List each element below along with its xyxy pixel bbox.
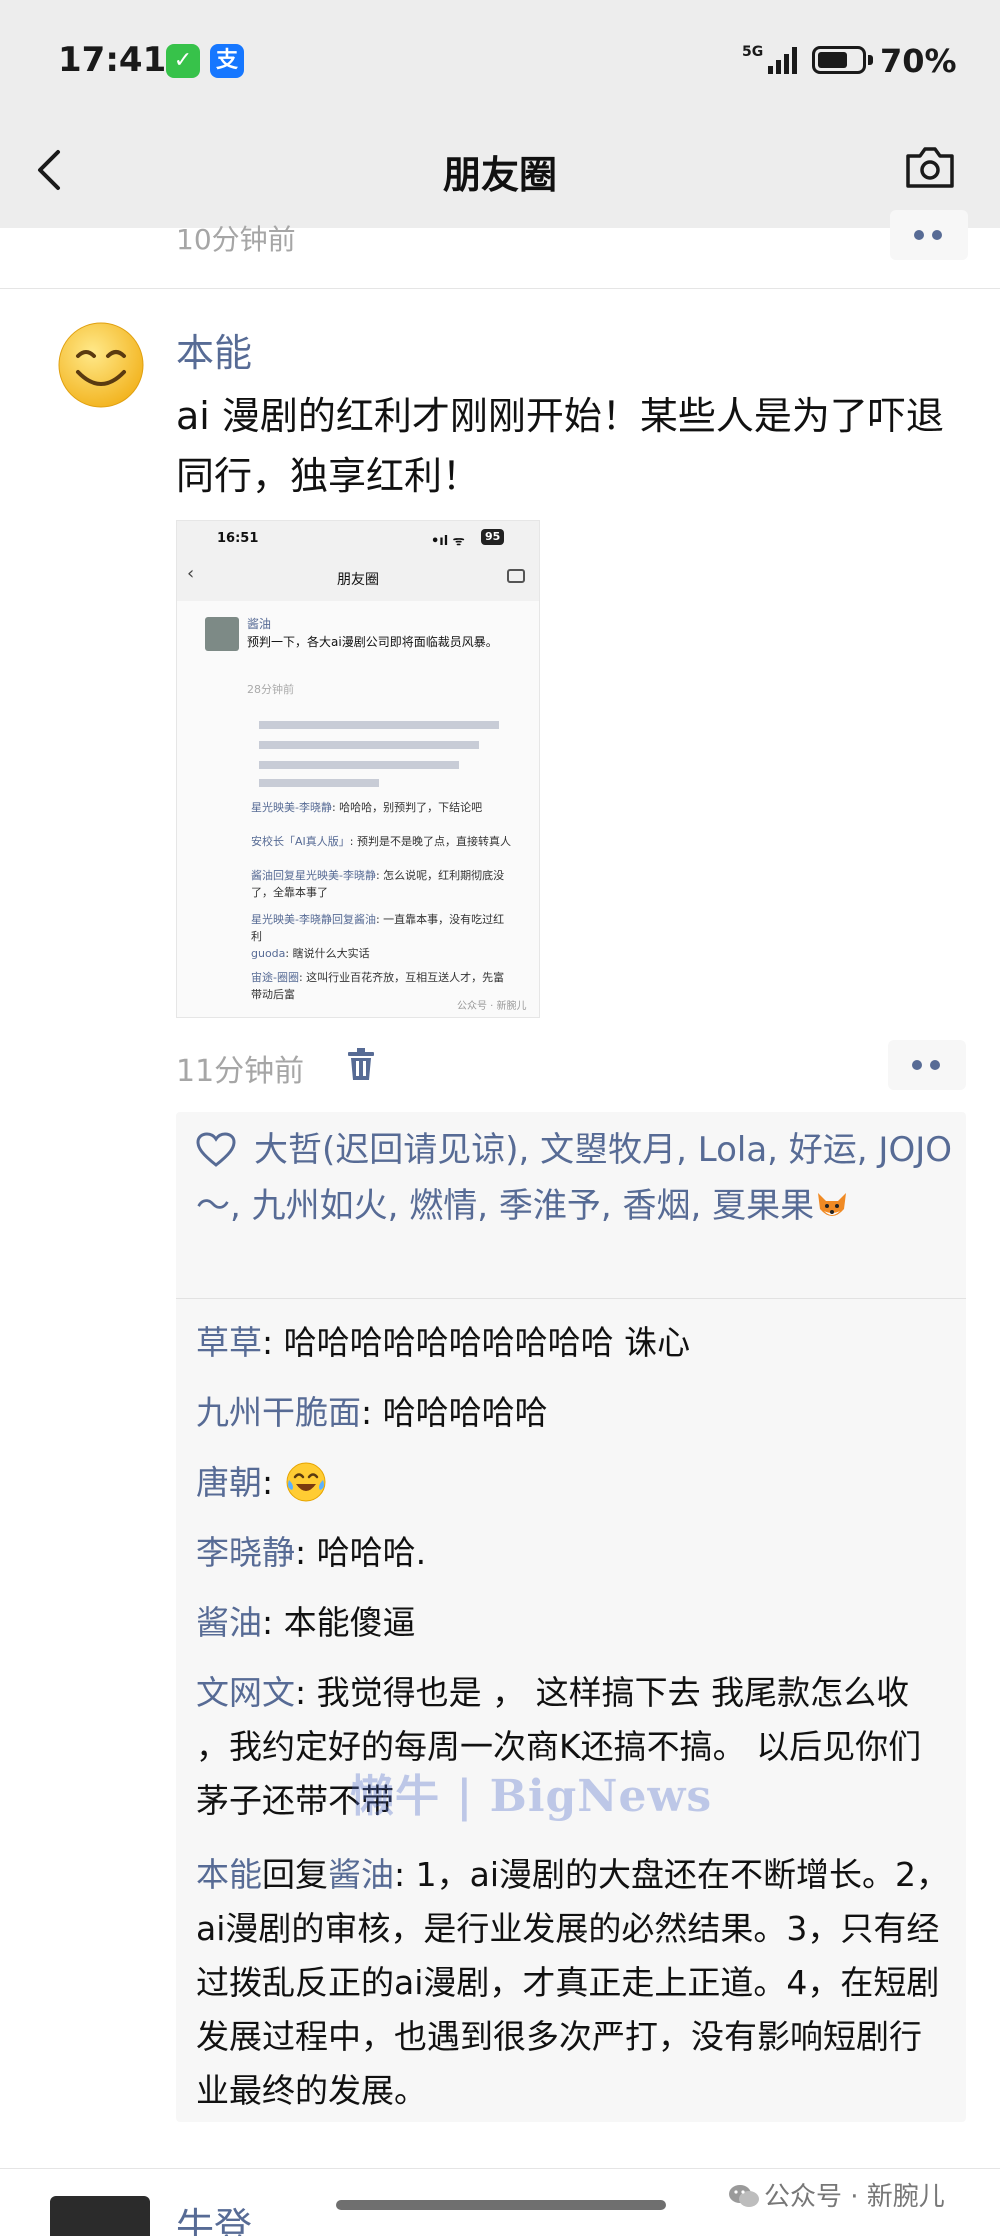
- dot-icon: [912, 1060, 922, 1070]
- source-tag-text: 公众号 · 新腕儿: [764, 2182, 945, 2212]
- comment-text: : 哈哈哈哈哈: [361, 1393, 548, 1432]
- wechat-notification-icon: ✓: [166, 44, 200, 78]
- comment-author[interactable]: 本能: [196, 1855, 262, 1894]
- comment-item[interactable]: 唐朝:: [196, 1456, 952, 1510]
- battery-level: [818, 52, 847, 68]
- comment-item[interactable]: 酱油: 本能傻逼: [196, 1596, 952, 1650]
- fox-emoji-icon: [818, 1193, 847, 1216]
- comment-item[interactable]: 文网文: 我觉得也是 ， 这样搞下去 我尾款怎么收 ，我约定好的每周一次商K还搞…: [196, 1666, 952, 1828]
- comment-item[interactable]: 本能回复酱油: 1，ai漫剧的大盘还在不断增长。2，ai漫剧的审核，是行业发展的…: [196, 1848, 952, 2118]
- image-status-bar: 16:51 •ıl ᯤ 95: [177, 521, 539, 555]
- signal-icon: [768, 47, 797, 74]
- status-time: 17:41: [58, 40, 167, 80]
- next-post-avatar[interactable]: [50, 2196, 150, 2236]
- image-comment-text: : 预判是不是晚了点，直接转真人: [349, 835, 511, 848]
- avatar[interactable]: [56, 320, 146, 410]
- wechat-official-account-icon: [729, 2185, 759, 2207]
- likes-comments-panel: 大哲(迟回请见谅), 文曌牧月, Lola, 好运, JOJO～, 九州如火, …: [176, 1112, 966, 2122]
- image-comment-author: 酱油回复星光映美-李晓静: [251, 869, 376, 882]
- image-avatar: [205, 617, 239, 651]
- image-comment-author: 星光映美-李晓静: [251, 801, 332, 814]
- likes-divider: [176, 1298, 966, 1299]
- image-comment-author: guoda: [251, 947, 286, 960]
- post-text: ai 漫剧的红利才刚刚开始！某些人是为了吓退同行，独享红利！: [176, 394, 944, 498]
- post-divider: [0, 288, 1000, 289]
- battery-icon: [812, 46, 866, 74]
- image-camera-icon: [507, 569, 525, 583]
- comment-item[interactable]: 李晓静: 哈哈哈.: [196, 1526, 952, 1580]
- comment-author[interactable]: 九州干脆面: [196, 1393, 361, 1432]
- image-watermark: 公众号 · 新腕儿: [457, 1001, 527, 1012]
- image-comment-author: 星光映美-李晓静回复酱油: [251, 913, 376, 926]
- post-more-button[interactable]: [888, 1040, 966, 1090]
- image-time: 28分钟前: [247, 683, 294, 696]
- comment-text: : 哈哈哈.: [295, 1533, 427, 1572]
- previous-post-more-button[interactable]: [890, 210, 968, 260]
- comment-author[interactable]: 文网文: [196, 1673, 295, 1712]
- image-author: 酱油: [247, 617, 272, 631]
- network-type: 5G: [742, 44, 764, 60]
- post-image[interactable]: 16:51 •ıl ᯤ 95 ‹ 朋友圈 酱油 预判一下，各大ai漫剧公司即将面…: [176, 520, 540, 1018]
- comment-item[interactable]: 九州干脆面: 哈哈哈哈哈: [196, 1386, 952, 1440]
- laughing-tears-emoji-icon: [286, 1462, 326, 1502]
- likes-list[interactable]: 大哲(迟回请见谅), 文曌牧月, Lola, 好运, JOJO～, 九州如火, …: [196, 1122, 952, 1234]
- image-comment-item: 星光映美-李晓静: 哈哈哈，别预判了，下结论吧: [251, 799, 511, 816]
- trash-icon[interactable]: [346, 1046, 376, 1082]
- comment-author[interactable]: 唐朝: [196, 1463, 262, 1502]
- comment-reply-target[interactable]: 酱油: [328, 1855, 394, 1894]
- dot-icon: [930, 1060, 940, 1070]
- dot-icon: [932, 230, 942, 240]
- image-comment-text: : 瞎说什么大实话: [285, 947, 370, 960]
- battery-tip: [868, 55, 873, 65]
- image-comment-item: guoda: 瞎说什么大实话: [251, 945, 511, 962]
- image-comment-text: : 哈哈哈，别预判了，下结论吧: [331, 801, 483, 814]
- next-post-author[interactable]: 牛登: [176, 2196, 252, 2236]
- comment-author[interactable]: 酱油: [196, 1603, 262, 1642]
- image-blurred-likes: [251, 711, 511, 791]
- home-indicator[interactable]: [336, 2200, 666, 2210]
- previous-post-time: 10分钟前: [176, 223, 296, 256]
- camera-icon[interactable]: [904, 144, 956, 190]
- comment-author[interactable]: 草草: [196, 1323, 262, 1362]
- image-battery: 95: [481, 529, 505, 545]
- comment-text: : 本能傻逼: [262, 1603, 416, 1642]
- image-text: 预判一下，各大ai漫剧公司即将面临裁员风暴。: [247, 635, 498, 649]
- post-divider: [0, 2168, 1000, 2169]
- image-comment-item: 安校长「AI真人版」: 预判是不是晚了点，直接转真人: [251, 833, 511, 850]
- image-header: ‹ 朋友圈: [177, 555, 539, 601]
- comment-author[interactable]: 李晓静: [196, 1533, 295, 1572]
- image-title: 朋友圈: [337, 572, 379, 588]
- image-comment-author: 宙途-圈圈: [251, 971, 299, 984]
- source-tag: 公众号 · 新腕儿: [728, 2176, 945, 2213]
- comment-text: : 哈哈哈哈哈哈哈哈哈哈 诛心: [262, 1323, 691, 1362]
- top-bar: 17:41 ✓ 支 5G 70% 朋友圈: [0, 0, 1000, 228]
- post-author[interactable]: 本能: [176, 322, 252, 377]
- image-signal: •ıl ᯤ: [431, 534, 465, 549]
- image-status-time: 16:51: [217, 531, 259, 546]
- comment-reply-word: 回复: [262, 1855, 328, 1894]
- comment-text: :: [262, 1463, 284, 1502]
- image-comment-item: 酱油回复星光映美-李晓静: 怎么说呢，红利期彻底没了，全靠本事了: [251, 867, 511, 901]
- post-time: 11分钟前: [176, 1054, 305, 1089]
- dot-icon: [914, 230, 924, 240]
- alipay-notification-icon: 支: [210, 44, 244, 78]
- image-comment-author: 安校长「AI真人版」: [251, 835, 350, 848]
- page-title: 朋友圈: [442, 153, 557, 197]
- comment-text: : 我觉得也是 ， 这样搞下去 我尾款怎么收 ，我约定好的每周一次商K还搞不搞。…: [196, 1673, 922, 1820]
- comment-item[interactable]: 草草: 哈哈哈哈哈哈哈哈哈哈 诛心: [196, 1316, 952, 1370]
- battery-percent: 70%: [880, 42, 957, 80]
- image-comment-item: 星光映美-李晓静回复酱油: 一直靠本事，没有吃过红利: [251, 911, 511, 945]
